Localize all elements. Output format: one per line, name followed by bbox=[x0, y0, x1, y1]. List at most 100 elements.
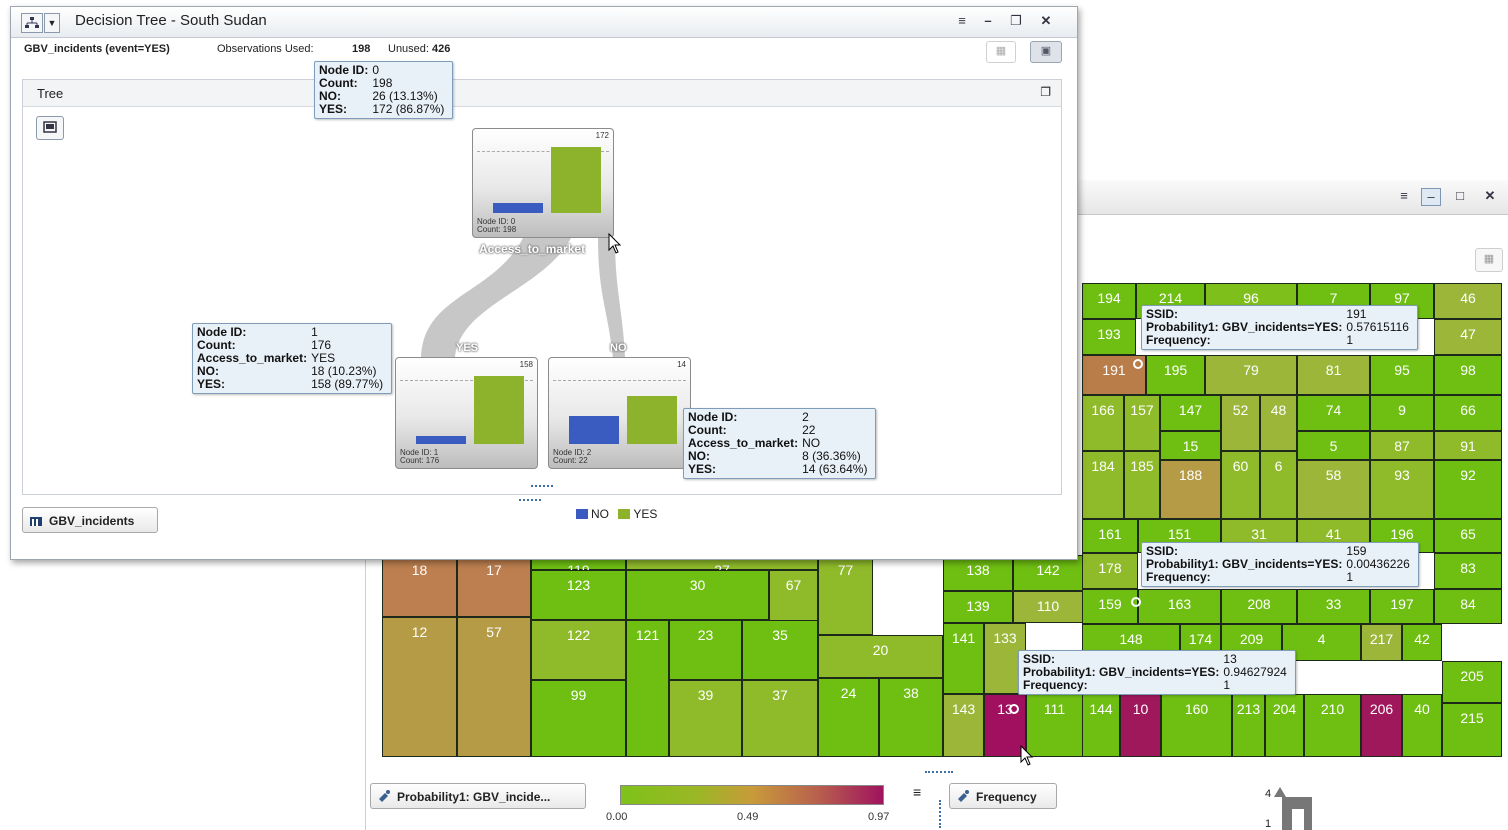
treemap-cell-93[interactable]: 93 bbox=[1370, 460, 1434, 519]
treemap-cell-87[interactable]: 87 bbox=[1370, 431, 1434, 460]
treemap-cell-10[interactable]: 10 bbox=[1120, 694, 1161, 757]
treemap-cell-12[interactable]: 12 bbox=[382, 617, 457, 757]
treemap-cell-52[interactable]: 52 bbox=[1221, 395, 1260, 451]
treemap-cell-15[interactable]: 15 bbox=[1160, 431, 1221, 460]
treemap-cell-98[interactable]: 98 bbox=[1434, 355, 1502, 395]
treemap-cell-195[interactable]: 195 bbox=[1146, 355, 1205, 395]
treemap-cell-208[interactable]: 208 bbox=[1221, 589, 1297, 624]
treemap-cell-91[interactable]: 91 bbox=[1434, 431, 1502, 460]
treemap-cell-23[interactable]: 23 bbox=[669, 620, 742, 680]
treemap-cell-210[interactable]: 210 bbox=[1304, 694, 1361, 757]
treemap-cell-215[interactable]: 215 bbox=[1442, 703, 1502, 757]
treemap-cell-5[interactable]: 5 bbox=[1297, 431, 1370, 460]
splitter-handle[interactable] bbox=[925, 771, 953, 773]
treemap-cell-138[interactable]: 138 bbox=[943, 555, 1013, 591]
treemap-cell-141[interactable]: 141 bbox=[943, 623, 984, 694]
treemap-cell-48[interactable]: 48 bbox=[1260, 395, 1297, 451]
splitter-handle-vertical[interactable] bbox=[939, 800, 941, 828]
treemap-cell-161[interactable]: 161 bbox=[1082, 519, 1138, 553]
treemap-cell-65[interactable]: 65 bbox=[1434, 519, 1502, 553]
treemap-cell-33[interactable]: 33 bbox=[1297, 589, 1370, 624]
decision-tree-titlebar[interactable]: ▼ Decision Tree - South Sudan ≡ – ❐ ✕ bbox=[11, 7, 1077, 38]
close-icon[interactable]: ✕ bbox=[1037, 13, 1055, 29]
treemap-cell-58[interactable]: 58 bbox=[1297, 460, 1370, 519]
treemap-cell-213[interactable]: 213 bbox=[1232, 694, 1265, 757]
treemap-cell-30[interactable]: 30 bbox=[626, 570, 769, 620]
treemap-cell-139[interactable]: 139 bbox=[943, 591, 1013, 623]
treemap-cell-99[interactable]: 99 bbox=[531, 680, 626, 757]
chart-view-icon[interactable]: ▣ bbox=[1030, 41, 1062, 63]
treemap-cell-20[interactable]: 20 bbox=[818, 635, 943, 678]
tree-node-2[interactable]: 14 Node ID: 2 Count: 22 bbox=[548, 357, 691, 469]
treemap-cell-79[interactable]: 79 bbox=[1205, 355, 1297, 395]
treemap-cell-147[interactable]: 147 bbox=[1160, 395, 1221, 431]
treemap-cell-159[interactable]: 159 bbox=[1082, 589, 1138, 624]
treemap-cell-9[interactable]: 9 bbox=[1370, 395, 1434, 431]
maximize-icon[interactable]: □ bbox=[1451, 188, 1469, 204]
treemap-cell-label: 197 bbox=[1390, 596, 1414, 612]
response-variable-button[interactable]: GBV_incidents bbox=[22, 507, 158, 533]
treemap-cell-84[interactable]: 84 bbox=[1434, 589, 1502, 624]
treemap-cell-42[interactable]: 42 bbox=[1402, 624, 1442, 661]
size-role-button[interactable]: Frequency bbox=[949, 783, 1057, 809]
legend-splitter-handle[interactable] bbox=[519, 499, 541, 501]
treemap-cell-193[interactable]: 193 bbox=[1082, 319, 1136, 355]
treemap-cell-197[interactable]: 197 bbox=[1370, 589, 1434, 624]
treemap-cell-35[interactable]: 35 bbox=[742, 620, 818, 680]
color-role-button[interactable]: Probability1: GBV_incide... bbox=[370, 783, 586, 809]
menu-dropdown-icon[interactable]: ≡ bbox=[1395, 188, 1413, 204]
treemap-cell-206[interactable]: 206 bbox=[1361, 694, 1402, 757]
treemap-cell-160[interactable]: 160 bbox=[1161, 694, 1232, 757]
tree-node-1[interactable]: 158 Node ID: 1 Count: 176 bbox=[395, 357, 538, 469]
treemap-cell-205[interactable]: 205 bbox=[1442, 661, 1502, 703]
treemap-cell-74[interactable]: 74 bbox=[1297, 395, 1370, 431]
treemap-cell-83[interactable]: 83 bbox=[1434, 553, 1502, 589]
tree-node-0[interactable]: 172 Node ID: 0 Count: 198 bbox=[472, 128, 614, 238]
treemap-cell-144[interactable]: 144 bbox=[1082, 694, 1120, 757]
treemap-cell-185[interactable]: 185 bbox=[1124, 451, 1160, 519]
minimize-icon[interactable]: – bbox=[1421, 188, 1441, 206]
treemap-cell-46[interactable]: 46 bbox=[1434, 283, 1502, 319]
legend-options-icon[interactable]: ≡ bbox=[913, 784, 921, 800]
treemap-cell-188[interactable]: 188 bbox=[1160, 460, 1221, 519]
tree-type-icon[interactable] bbox=[21, 13, 43, 33]
treemap-cell-143[interactable]: 143 bbox=[943, 694, 984, 757]
treemap-cell-60[interactable]: 60 bbox=[1221, 451, 1260, 519]
treemap-cell-40[interactable]: 40 bbox=[1402, 694, 1442, 757]
treemap-cell-24[interactable]: 24 bbox=[818, 678, 879, 757]
treemap-cell-121[interactable]: 121 bbox=[626, 620, 669, 757]
treemap-cell-6[interactable]: 6 bbox=[1260, 451, 1297, 519]
treemap-cell-18[interactable]: 18 bbox=[382, 555, 457, 617]
treemap-cell-47[interactable]: 47 bbox=[1434, 319, 1502, 355]
treemap-cell-66[interactable]: 66 bbox=[1434, 395, 1502, 431]
chevron-down-icon[interactable]: ▼ bbox=[44, 13, 60, 33]
treemap-cell-122[interactable]: 122 bbox=[531, 620, 626, 680]
treemap-cell-194[interactable]: 194 bbox=[1082, 283, 1136, 319]
close-icon[interactable]: ✕ bbox=[1481, 188, 1499, 204]
treemap-cell-123[interactable]: 123 bbox=[531, 570, 626, 620]
minimize-icon[interactable]: – bbox=[979, 13, 997, 29]
treemap-cell-92[interactable]: 92 bbox=[1434, 460, 1502, 519]
treemap-cell-81[interactable]: 81 bbox=[1297, 355, 1370, 395]
grid-view-icon[interactable]: ▦ bbox=[1475, 248, 1503, 272]
treemap-cell-217[interactable]: 217 bbox=[1361, 624, 1402, 661]
table-view-icon[interactable]: ▦ bbox=[986, 41, 1016, 63]
treemap-cell-77[interactable]: 77 bbox=[818, 555, 873, 635]
menu-dropdown-icon[interactable]: ≡ bbox=[953, 13, 971, 29]
treemap-cell-38[interactable]: 38 bbox=[879, 678, 943, 757]
treemap-cell-166[interactable]: 166 bbox=[1082, 395, 1124, 451]
treemap-cell-157[interactable]: 157 bbox=[1124, 395, 1160, 451]
tree-splitter-handle[interactable] bbox=[531, 485, 553, 487]
treemap-cell-142[interactable]: 142 bbox=[1013, 555, 1083, 591]
treemap-cell-39[interactable]: 39 bbox=[669, 680, 742, 757]
treemap-cell-110[interactable]: 110 bbox=[1013, 591, 1083, 623]
treemap-cell-57[interactable]: 57 bbox=[457, 617, 531, 757]
treemap-cell-204[interactable]: 204 bbox=[1265, 694, 1304, 757]
restore-icon[interactable]: ❐ bbox=[1007, 13, 1025, 29]
treemap-cell-184[interactable]: 184 bbox=[1082, 451, 1124, 519]
treemap-cell-37[interactable]: 37 bbox=[742, 680, 818, 757]
treemap-cell-178[interactable]: 178 bbox=[1082, 553, 1138, 589]
treemap-cell-163[interactable]: 163 bbox=[1138, 589, 1221, 624]
treemap-cell-95[interactable]: 95 bbox=[1370, 355, 1434, 395]
treemap-cell-17[interactable]: 17 bbox=[457, 555, 531, 617]
